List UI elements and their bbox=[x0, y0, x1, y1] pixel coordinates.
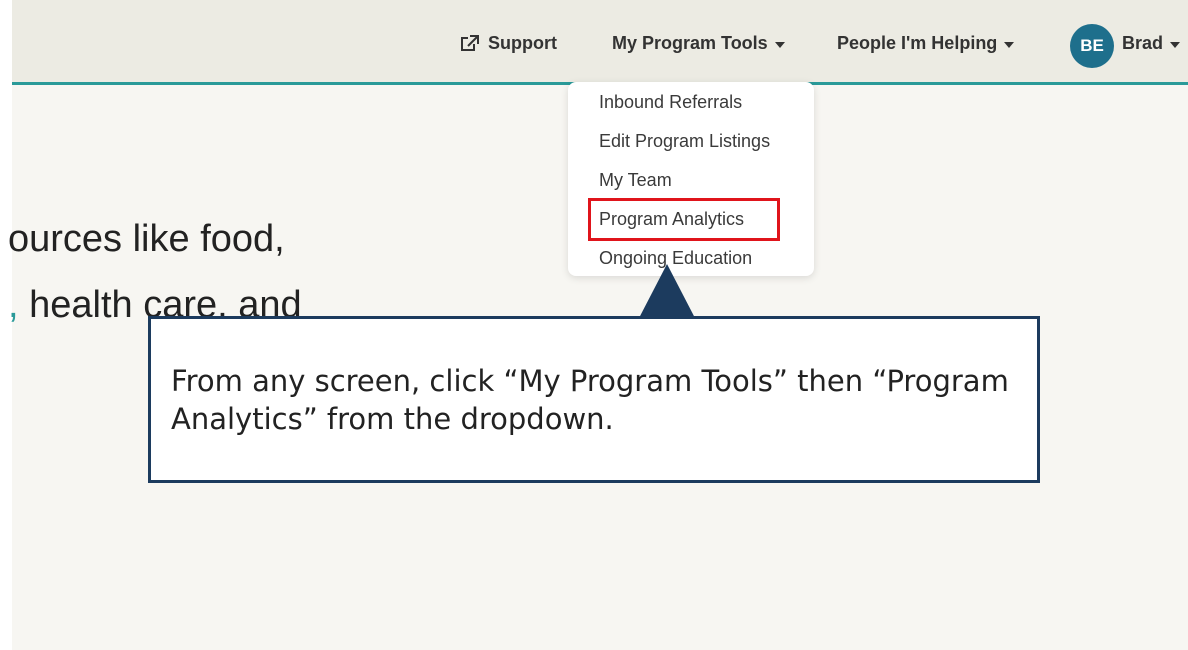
people-im-helping-menu[interactable]: People I'm Helping bbox=[837, 33, 1015, 54]
my-program-tools-menu[interactable]: My Program Tools bbox=[612, 33, 785, 54]
caret-down-icon bbox=[1170, 41, 1181, 48]
avatar-initials: BE bbox=[1080, 36, 1104, 55]
people-im-helping-label: People I'm Helping bbox=[837, 33, 998, 53]
caret-down-icon bbox=[1004, 41, 1015, 48]
user-menu[interactable]: Brad bbox=[1122, 33, 1181, 54]
callout-text: From any screen, click “My Program Tools… bbox=[171, 364, 1009, 436]
external-link-icon bbox=[461, 34, 479, 51]
instruction-callout: From any screen, click “My Program Tools… bbox=[148, 316, 1040, 483]
callout-pointer-icon bbox=[638, 264, 696, 320]
menu-item-inbound-referrals[interactable]: Inbound Referrals bbox=[599, 92, 742, 113]
hero-text-line-1: ources like food, bbox=[8, 218, 285, 260]
caret-down-icon bbox=[774, 41, 785, 48]
support-label: Support bbox=[488, 33, 557, 53]
my-program-tools-label: My Program Tools bbox=[612, 33, 768, 53]
menu-item-my-team[interactable]: My Team bbox=[599, 170, 672, 191]
avatar[interactable]: BE bbox=[1070, 24, 1114, 68]
program-tools-dropdown: Inbound Referrals Edit Program Listings … bbox=[568, 82, 814, 276]
program-analytics-highlight bbox=[588, 198, 780, 241]
support-link[interactable]: Support bbox=[459, 33, 557, 54]
menu-item-edit-program-listings[interactable]: Edit Program Listings bbox=[599, 131, 770, 152]
user-name-label: Brad bbox=[1122, 33, 1164, 53]
top-navigation-bar: Support My Program Tools People I'm Help… bbox=[12, 0, 1188, 85]
page-background: Support My Program Tools People I'm Help… bbox=[8, 0, 1188, 650]
